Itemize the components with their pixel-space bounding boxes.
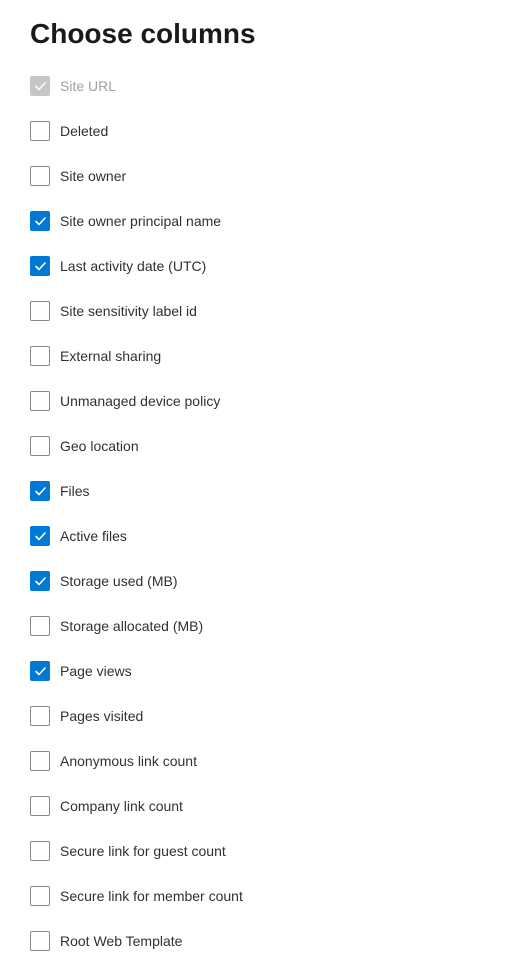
checkbox-deleted[interactable] xyxy=(30,121,50,141)
checkbox-pages-visited[interactable] xyxy=(30,706,50,726)
checkbox-site-owner-principal-name[interactable] xyxy=(30,211,50,231)
label-files[interactable]: Files xyxy=(60,483,90,499)
label-pages-visited[interactable]: Pages visited xyxy=(60,708,143,724)
column-item-site-owner-principal-name: Site owner principal name xyxy=(30,211,476,231)
checkbox-unmanaged-device-policy[interactable] xyxy=(30,391,50,411)
column-item-last-activity-date-utc: Last activity date (UTC) xyxy=(30,256,476,276)
label-secure-link-for-guest-count[interactable]: Secure link for guest count xyxy=(60,843,226,859)
column-item-site-owner: Site owner xyxy=(30,166,476,186)
label-anonymous-link-count[interactable]: Anonymous link count xyxy=(60,753,197,769)
checkbox-root-web-template[interactable] xyxy=(30,931,50,951)
checkbox-storage-used-mb[interactable] xyxy=(30,571,50,591)
label-company-link-count[interactable]: Company link count xyxy=(60,798,183,814)
label-site-url: Site URL xyxy=(60,78,116,94)
column-item-company-link-count: Company link count xyxy=(30,796,476,816)
label-storage-used-mb[interactable]: Storage used (MB) xyxy=(60,573,178,589)
checkbox-files[interactable] xyxy=(30,481,50,501)
checkbox-last-activity-date-utc[interactable] xyxy=(30,256,50,276)
checkbox-external-sharing[interactable] xyxy=(30,346,50,366)
label-last-activity-date-utc[interactable]: Last activity date (UTC) xyxy=(60,258,206,274)
column-item-pages-visited: Pages visited xyxy=(30,706,476,726)
label-site-owner-principal-name[interactable]: Site owner principal name xyxy=(60,213,221,229)
column-item-external-sharing: External sharing xyxy=(30,346,476,366)
label-site-sensitivity-label-id[interactable]: Site sensitivity label id xyxy=(60,303,197,319)
column-item-files: Files xyxy=(30,481,476,501)
column-item-secure-link-for-member-count: Secure link for member count xyxy=(30,886,476,906)
column-item-root-web-template: Root Web Template xyxy=(30,931,476,951)
label-secure-link-for-member-count[interactable]: Secure link for member count xyxy=(60,888,243,904)
label-geo-location[interactable]: Geo location xyxy=(60,438,139,454)
label-storage-allocated-mb[interactable]: Storage allocated (MB) xyxy=(60,618,203,634)
checkbox-secure-link-for-guest-count[interactable] xyxy=(30,841,50,861)
column-item-storage-allocated-mb: Storage allocated (MB) xyxy=(30,616,476,636)
checkbox-site-sensitivity-label-id[interactable] xyxy=(30,301,50,321)
column-item-deleted: Deleted xyxy=(30,121,476,141)
checkbox-storage-allocated-mb[interactable] xyxy=(30,616,50,636)
checkbox-page-views[interactable] xyxy=(30,661,50,681)
checkbox-active-files[interactable] xyxy=(30,526,50,546)
label-unmanaged-device-policy[interactable]: Unmanaged device policy xyxy=(60,393,220,409)
checkbox-company-link-count[interactable] xyxy=(30,796,50,816)
label-deleted[interactable]: Deleted xyxy=(60,123,108,139)
checkbox-anonymous-link-count[interactable] xyxy=(30,751,50,771)
label-page-views[interactable]: Page views xyxy=(60,663,132,679)
checkbox-geo-location[interactable] xyxy=(30,436,50,456)
label-site-owner[interactable]: Site owner xyxy=(60,168,126,184)
checkbox-site-owner[interactable] xyxy=(30,166,50,186)
column-list: Site URL Deleted Site owner Site owner prin… xyxy=(30,76,476,951)
label-root-web-template[interactable]: Root Web Template xyxy=(60,933,182,949)
column-item-unmanaged-device-policy: Unmanaged device policy xyxy=(30,391,476,411)
column-item-secure-link-for-guest-count: Secure link for guest count xyxy=(30,841,476,861)
label-active-files[interactable]: Active files xyxy=(60,528,127,544)
page-title: Choose columns xyxy=(30,18,476,50)
checkbox-site-url xyxy=(30,76,50,96)
column-item-storage-used-mb: Storage used (MB) xyxy=(30,571,476,591)
checkbox-secure-link-for-member-count[interactable] xyxy=(30,886,50,906)
column-item-active-files: Active files xyxy=(30,526,476,546)
column-item-anonymous-link-count: Anonymous link count xyxy=(30,751,476,771)
column-item-site-sensitivity-label-id: Site sensitivity label id xyxy=(30,301,476,321)
column-item-site-url: Site URL xyxy=(30,76,476,96)
column-item-page-views: Page views xyxy=(30,661,476,681)
column-item-geo-location: Geo location xyxy=(30,436,476,456)
label-external-sharing[interactable]: External sharing xyxy=(60,348,161,364)
